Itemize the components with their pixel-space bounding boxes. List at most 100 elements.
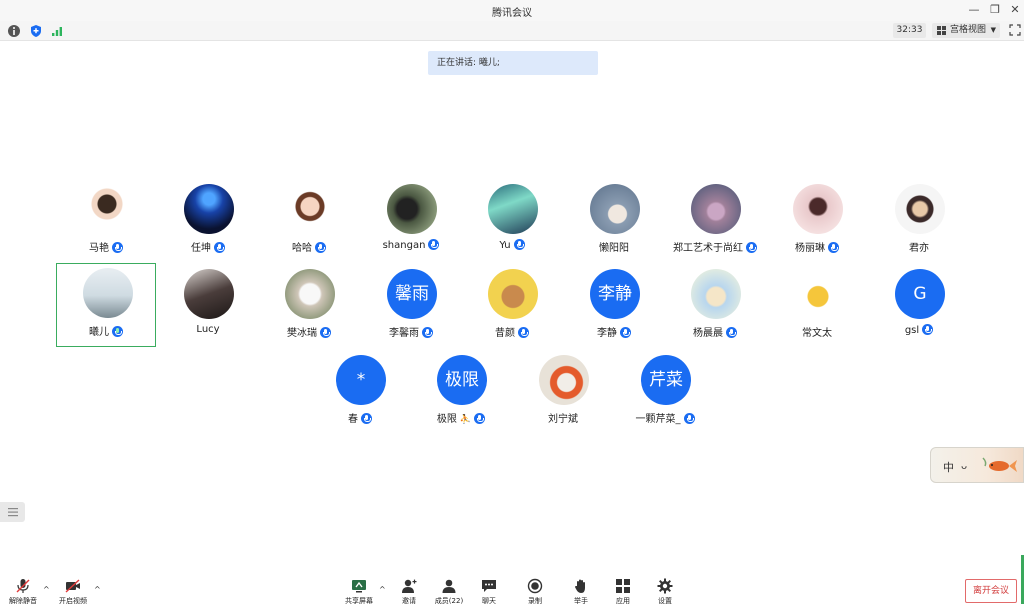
avatar (184, 184, 234, 234)
participant-tile[interactable]: 常文太 (767, 265, 867, 349)
add-user-icon (402, 579, 417, 593)
participant-tile[interactable]: 刘宁斌 (513, 351, 613, 435)
start-video-button[interactable]: 开启视频 (53, 576, 93, 604)
avatar (387, 184, 437, 234)
leave-meeting-button[interactable]: 离开会议 (965, 579, 1017, 603)
participant-name: 春 (348, 414, 358, 425)
participant-name: 刘宁斌 (548, 414, 578, 425)
participant-tile[interactable]: shangan (361, 180, 461, 264)
participant-name: 君亦 (909, 243, 929, 254)
video-options-caret[interactable]: ^ (94, 585, 101, 594)
avatar (691, 269, 741, 319)
fullscreen-icon[interactable] (1009, 24, 1021, 36)
avatar (184, 269, 234, 319)
participant-tile[interactable]: 芹菜 一颗芹菜_ (615, 351, 715, 435)
members-icon (442, 579, 456, 593)
participant-tile[interactable]: 任坤 (158, 180, 258, 264)
participant-tile[interactable]: 君亦 (869, 180, 969, 264)
participant-tile[interactable]: Ggsl (869, 265, 969, 349)
participant-name-row: 一颗芹菜_ (605, 410, 725, 425)
minimize-button[interactable]: — (965, 2, 983, 18)
participant-name: 李静 (597, 328, 617, 339)
close-button[interactable]: ✕ (1006, 2, 1024, 18)
settings-button[interactable]: 设置 (645, 576, 685, 604)
mic-muted-icon (16, 579, 30, 593)
participant-tile[interactable]: * 春 (310, 351, 410, 435)
participant-tile[interactable]: 樊冰瑞 (259, 265, 359, 349)
record-button[interactable]: 录制 (515, 576, 555, 604)
participant-name: gsl (904, 325, 920, 336)
microphone-icon (112, 326, 123, 337)
share-options-caret[interactable]: ^ (379, 585, 386, 594)
hand-icon (575, 579, 585, 593)
list-icon (8, 508, 18, 517)
participant-tile[interactable]: 昔颜 (462, 265, 562, 349)
unmute-button[interactable]: 解除静音 (3, 576, 43, 604)
participant-tile[interactable]: 曦儿 (56, 263, 156, 347)
participant-tile[interactable]: 哈哈 (259, 180, 359, 264)
shield-icon[interactable] (29, 24, 43, 38)
camera-off-icon (65, 579, 80, 593)
participant-tile[interactable]: 杨丽琳 (767, 180, 867, 264)
signal-icon[interactable] (50, 24, 64, 38)
avatar: 芹菜 (641, 355, 691, 405)
participant-name: 曦儿 (89, 327, 109, 338)
share-screen-label: 共享屏幕 (345, 597, 373, 604)
participant-tile[interactable]: 马艳 (56, 180, 156, 264)
microphone-icon (428, 239, 440, 250)
restore-button[interactable]: ❐ (986, 2, 1004, 18)
floating-widget[interactable]: 中 ᴗ (930, 447, 1024, 483)
avatar: 李静 (590, 269, 640, 319)
view-selector[interactable]: 宫格视图 ▼ (932, 23, 1000, 38)
participant-tile[interactable]: Lucy (158, 265, 258, 349)
speaking-indicator: 正在讲话: 曦儿; (428, 51, 598, 75)
apps-icon (616, 579, 630, 593)
participant-name: 任坤 (191, 243, 211, 254)
audio-options-caret[interactable]: ^ (43, 585, 50, 594)
participant-list-toggle[interactable] (0, 502, 25, 522)
participant-name: Yu (499, 240, 511, 251)
participant-tile[interactable]: 杨晨晨 (665, 265, 765, 349)
avatar-initials: 馨雨 (395, 284, 429, 304)
participant-name: shangan (382, 240, 426, 251)
participant-tile[interactable]: 馨雨 李馨雨 (361, 265, 461, 349)
microphone-icon (683, 413, 695, 424)
koi-fish-icon (982, 457, 1017, 472)
avatar: 馨雨 (387, 269, 437, 319)
participant-tile[interactable]: 郑工艺术于尚红 (665, 180, 765, 264)
participant-name: 马艳 (89, 243, 109, 254)
meeting-timer: 32:33 (893, 23, 926, 38)
microphone-icon (513, 239, 525, 250)
title-bar: 腾讯会议 — ❐ ✕ (0, 0, 1024, 21)
avatar: 极限 (437, 355, 487, 405)
start-video-label: 开启视频 (59, 597, 87, 604)
avatar (285, 269, 335, 319)
microphone-icon (746, 242, 757, 253)
microphone-icon (726, 327, 737, 338)
participant-tile[interactable]: 李静 李静 (564, 265, 664, 349)
meeting-info-bar: 32:33 宫格视图 ▼ (0, 21, 1024, 41)
microphone-icon (422, 327, 433, 338)
window-title: 腾讯会议 (492, 8, 532, 19)
participant-name: 樊冰瑞 (287, 328, 317, 339)
microphone-icon (361, 413, 372, 424)
chat-icon (482, 580, 496, 592)
share-screen-button[interactable]: 共享屏幕 (339, 576, 379, 604)
info-icon[interactable] (7, 24, 21, 38)
participant-tile[interactable]: Yu (462, 180, 562, 264)
gear-icon (657, 578, 673, 594)
participant-tile[interactable]: 极限 极限 ⛹ (411, 351, 511, 435)
microphone-icon (828, 242, 839, 253)
status-extra-icon: ⛹ (459, 415, 472, 425)
avatar-initials: G (913, 284, 927, 304)
participant-name: 杨丽琳 (795, 243, 825, 254)
microphone-icon (474, 413, 486, 424)
participant-tile[interactable]: 懒阳阳 (564, 180, 664, 264)
avatar-initials: 极限 (445, 370, 479, 390)
participant-name: 郑工艺术于尚红 (673, 243, 743, 254)
microphone-icon (320, 327, 331, 338)
share-screen-icon (352, 580, 366, 593)
avatar-initials: * (356, 370, 366, 390)
chat-button[interactable]: 聊天 (469, 576, 509, 604)
avatar (895, 184, 945, 234)
